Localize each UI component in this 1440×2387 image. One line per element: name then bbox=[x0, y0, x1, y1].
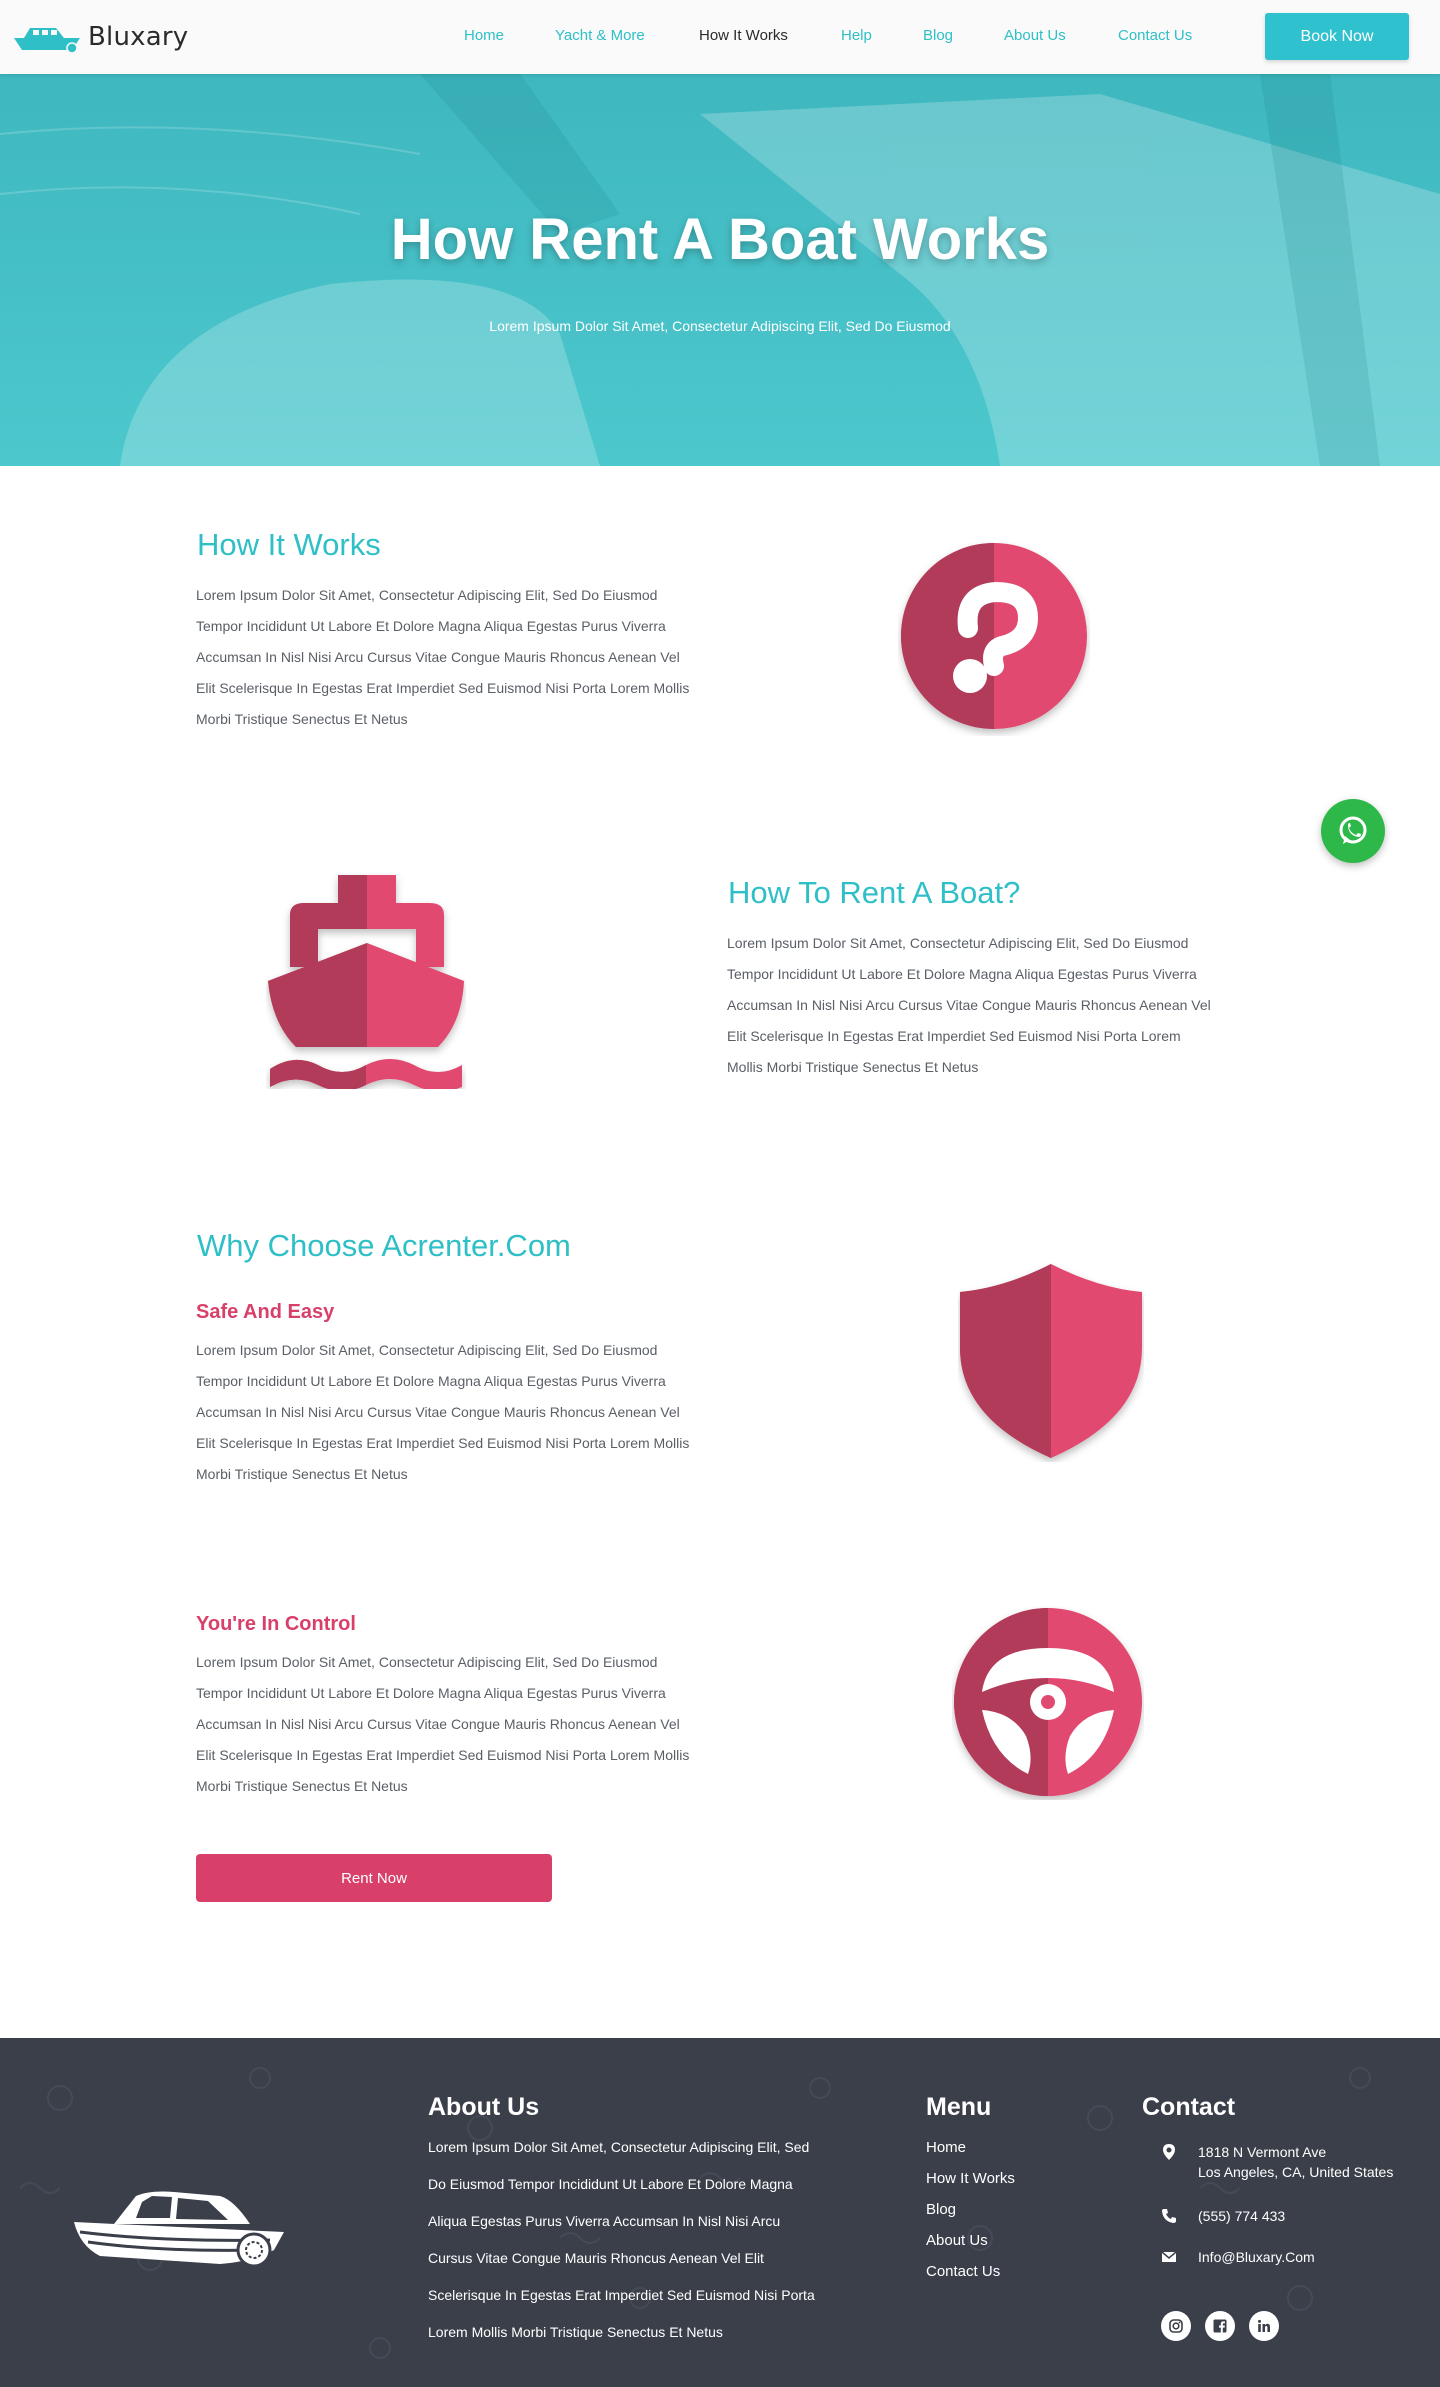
linkedin-icon[interactable] bbox=[1249, 2311, 1279, 2341]
facebook-icon[interactable] bbox=[1205, 2311, 1235, 2341]
ship-icon bbox=[266, 873, 466, 1094]
nav-about-us[interactable]: About Us bbox=[1004, 27, 1066, 44]
in-control-text: Lorem Ipsum Dolor Sit Amet, Consectetur … bbox=[196, 1654, 690, 1794]
footer-email[interactable]: Info@Bluxary.Com bbox=[1160, 2247, 1315, 2267]
location-pin-icon bbox=[1163, 2144, 1175, 2160]
how-it-works-text: Lorem Ipsum Dolor Sit Amet, Consectetur … bbox=[196, 587, 690, 727]
how-to-rent-title: How To Rent A Boat? bbox=[728, 875, 1021, 910]
address-line-2: Los Angeles, CA, United States bbox=[1198, 2164, 1394, 2180]
safe-and-easy-title: Safe And Easy bbox=[196, 1301, 335, 1323]
top-navbar: Bluxary Home Yacht & More How It Works H… bbox=[0, 0, 1440, 74]
site-footer: About Us Lorem Ipsum Dolor Sit Amet, Con… bbox=[0, 2038, 1440, 2387]
footer-menu-title: Menu bbox=[926, 2093, 992, 2121]
phone-number: (555) 774 433 bbox=[1198, 2208, 1286, 2224]
footer-menu: Home How It Works Blog About Us Contact … bbox=[926, 2138, 1015, 2293]
hero-banner: How Rent A Boat Works Lorem Ipsum Dolor … bbox=[0, 74, 1440, 466]
why-choose-title: Why Choose Acrenter.Com bbox=[197, 1228, 571, 1263]
how-it-works-title: How It Works bbox=[197, 527, 381, 562]
how-to-rent-text: Lorem Ipsum Dolor Sit Amet, Consectetur … bbox=[727, 935, 1211, 1075]
safe-and-easy-text: Lorem Ipsum Dolor Sit Amet, Consectetur … bbox=[196, 1342, 690, 1482]
whatsapp-icon bbox=[1339, 816, 1367, 844]
footer-menu-blog[interactable]: Blog bbox=[926, 2200, 1015, 2231]
phone-icon bbox=[1162, 2209, 1176, 2223]
book-now-button[interactable]: Book Now bbox=[1265, 13, 1409, 60]
nav-help[interactable]: Help bbox=[841, 27, 872, 44]
footer-menu-about-us[interactable]: About Us bbox=[926, 2231, 1015, 2262]
nav-blog[interactable]: Blog bbox=[923, 27, 953, 44]
footer-menu-how-it-works[interactable]: How It Works bbox=[926, 2169, 1015, 2200]
nav-yacht-more[interactable]: Yacht & More bbox=[555, 27, 645, 44]
footer-menu-contact-us[interactable]: Contact Us bbox=[926, 2262, 1015, 2293]
instagram-icon[interactable] bbox=[1161, 2311, 1191, 2341]
steering-wheel-icon bbox=[952, 1606, 1144, 1805]
hero-title: How Rent A Boat Works bbox=[390, 207, 1050, 272]
footer-address: 1818 N Vermont Ave Los Angeles, CA, Unit… bbox=[1160, 2142, 1393, 2182]
car-logo-icon bbox=[70, 2186, 286, 2277]
social-links bbox=[1161, 2311, 1293, 2341]
footer-about-text: Lorem Ipsum Dolor Sit Amet, Consectetur … bbox=[428, 2139, 815, 2340]
mail-icon bbox=[1161, 2251, 1177, 2262]
question-icon bbox=[898, 542, 1090, 741]
in-control-title: You're In Control bbox=[196, 1613, 356, 1635]
rent-now-button[interactable]: Rent Now bbox=[196, 1854, 552, 1902]
address-line-1: 1818 N Vermont Ave bbox=[1198, 2144, 1327, 2160]
nav-how-it-works[interactable]: How It Works bbox=[699, 27, 788, 44]
email-address: Info@Bluxary.Com bbox=[1198, 2249, 1315, 2265]
whatsapp-chat-button[interactable] bbox=[1321, 799, 1385, 863]
main-nav: Home Yacht & More How It Works Help Blog… bbox=[0, 27, 1440, 47]
footer-contact-title: Contact bbox=[1142, 2093, 1236, 2121]
nav-contact-us[interactable]: Contact Us bbox=[1118, 27, 1192, 44]
footer-menu-home[interactable]: Home bbox=[926, 2138, 1015, 2169]
nav-home[interactable]: Home bbox=[464, 27, 504, 44]
hero-subtitle: Lorem Ipsum Dolor Sit Amet, Consectetur … bbox=[489, 318, 951, 334]
shield-icon bbox=[958, 1262, 1144, 1467]
footer-about-title: About Us bbox=[428, 2093, 540, 2121]
footer-phone[interactable]: (555) 774 433 bbox=[1160, 2206, 1285, 2226]
